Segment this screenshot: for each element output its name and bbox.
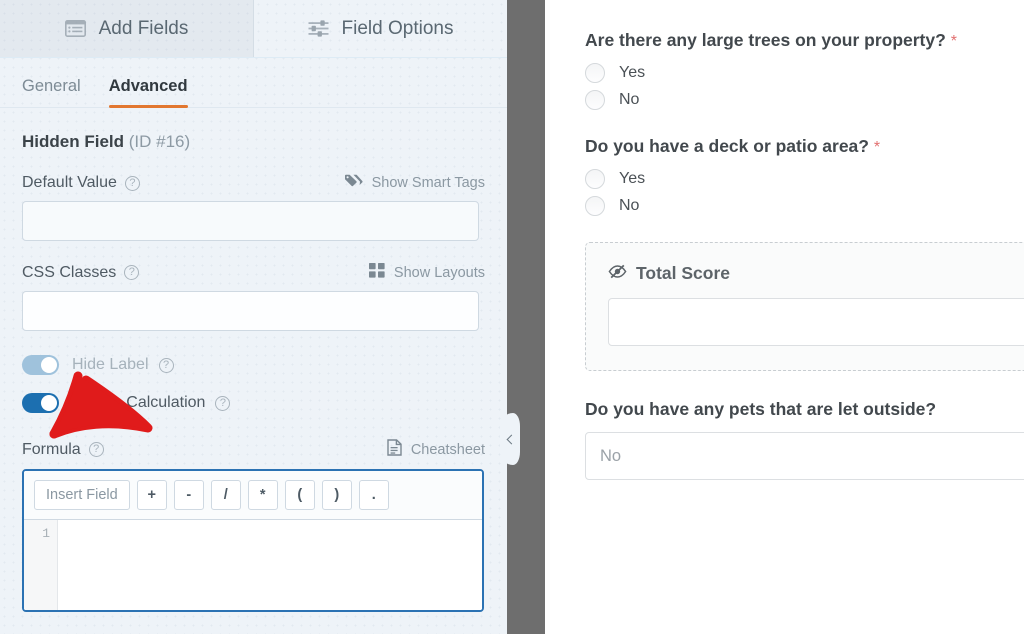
default-value-label: Default Value — [22, 174, 117, 191]
show-layouts-link[interactable]: Show Layouts — [368, 263, 485, 282]
help-icon[interactable]: ? — [88, 442, 104, 457]
field-options-panel: Add Fields Field Options General Advance… — [0, 0, 507, 634]
field-options-body: Hidden Field (ID #16) Default Value ? Sh… — [0, 132, 507, 612]
show-layouts-label: Show Layouts — [393, 264, 485, 281]
hide-label-text-group: Hide Label ? — [72, 356, 174, 374]
field-label-text: Do you have any pets that are let outsid… — [585, 399, 937, 419]
operator-dot-button[interactable]: . — [358, 480, 389, 510]
eye-slash-icon — [608, 263, 627, 284]
cheatsheet-label: Cheatsheet — [410, 441, 485, 458]
field-label-text: Total Score — [636, 263, 731, 283]
radio-option[interactable]: No — [585, 90, 1024, 110]
show-smart-tags-label: Show Smart Tags — [371, 175, 485, 191]
radio-label: No — [619, 197, 640, 214]
enable-calculation-text-group: Enable Calculation ? — [72, 394, 231, 412]
line-number: 1 — [42, 526, 50, 541]
insert-field-button[interactable]: Insert Field — [34, 480, 130, 510]
formula-label: Formula — [22, 440, 81, 458]
hide-label-row: Hide Label ? — [22, 355, 485, 375]
radio-label: Yes — [619, 64, 646, 81]
chevron-left-icon — [506, 434, 516, 444]
default-value-input[interactable] — [22, 201, 479, 241]
tab-add-fields-label: Add Fields — [98, 17, 189, 39]
toggle-knob — [41, 395, 57, 411]
formula-code-editor[interactable]: 1 — [24, 520, 482, 610]
field-label: Total Score — [608, 263, 1024, 284]
radio-circle-icon[interactable] — [585, 196, 605, 216]
help-icon[interactable]: ? — [158, 357, 174, 373]
default-value-row: Default Value ? Show Smart Tags — [22, 174, 485, 192]
css-classes-label-group: CSS Classes ? — [22, 263, 140, 282]
radio-label: Yes — [619, 170, 646, 187]
enable-calculation-toggle[interactable] — [22, 393, 59, 413]
help-icon[interactable]: ? — [124, 265, 140, 280]
tab-field-options[interactable]: Field Options — [254, 0, 507, 57]
panel-tab-bar: Add Fields Field Options — [0, 0, 507, 58]
cheatsheet-link[interactable]: Cheatsheet — [387, 439, 485, 460]
sliders-icon — [308, 20, 329, 37]
tag-icon — [344, 174, 363, 192]
default-value-label-group: Default Value ? — [22, 174, 140, 192]
show-smart-tags-link[interactable]: Show Smart Tags — [344, 174, 485, 192]
hide-label-label: Hide Label — [72, 356, 149, 373]
formula-toolbar: Insert Field + - / * ( ) . — [24, 471, 482, 520]
operator-divide-button[interactable]: / — [210, 480, 241, 510]
radio-label: No — [619, 91, 640, 108]
formula-row: Formula ? Cheatsheet — [22, 439, 485, 460]
pets-select[interactable]: No — [585, 432, 1024, 480]
enable-calculation-label: Enable Calculation — [72, 394, 206, 411]
formula-editor-box: Insert Field + - / * ( ) . 1 — [22, 469, 484, 612]
radio-option[interactable]: Yes — [585, 63, 1024, 83]
grid-layout-icon — [368, 263, 385, 282]
operator-plus-button[interactable]: + — [136, 480, 167, 510]
field-heading: Hidden Field (ID #16) — [22, 132, 485, 152]
line-number-gutter: 1 — [24, 520, 58, 610]
hide-label-toggle[interactable] — [22, 355, 59, 375]
css-classes-label: CSS Classes — [22, 263, 117, 281]
field-label: Do you have any pets that are let outsid… — [585, 399, 1024, 420]
radio-circle-icon[interactable] — [585, 90, 605, 110]
subtab-advanced[interactable]: Advanced — [108, 77, 188, 108]
form-field-deck-patio: Do you have a deck or patio area? * Yes … — [585, 136, 1024, 216]
formula-label-group: Formula ? — [22, 441, 104, 459]
operator-close-paren-button[interactable]: ) — [321, 480, 352, 510]
field-label: Do you have a deck or patio area? * — [585, 136, 1024, 157]
field-id: (ID #16) — [128, 132, 191, 151]
form-field-total-score[interactable]: Total Score — [585, 242, 1024, 371]
tab-add-fields[interactable]: Add Fields — [0, 0, 254, 57]
field-label: Are there any large trees on your proper… — [585, 30, 1024, 51]
radio-option[interactable]: No — [585, 196, 1024, 216]
css-classes-input[interactable] — [22, 291, 479, 331]
formula-code-area[interactable] — [58, 520, 482, 610]
operator-multiply-button[interactable]: * — [247, 480, 278, 510]
required-indicator: * — [873, 139, 881, 156]
operator-open-paren-button[interactable]: ( — [284, 480, 315, 510]
toggle-knob — [41, 357, 57, 373]
panel-divider — [500, 0, 545, 634]
total-score-input[interactable] — [608, 298, 1024, 346]
required-indicator: * — [950, 33, 957, 50]
subtab-general[interactable]: General — [22, 77, 81, 107]
collapse-panel-button[interactable] — [500, 413, 520, 465]
radio-circle-icon[interactable] — [585, 169, 605, 189]
list-fields-icon — [64, 20, 86, 37]
pets-select-value: No — [600, 446, 622, 465]
help-icon[interactable]: ? — [215, 395, 231, 411]
field-options-subtabs: General Advanced — [0, 58, 507, 108]
field-name: Hidden Field — [22, 132, 124, 151]
radio-circle-icon[interactable] — [585, 63, 605, 83]
form-field-pets: Do you have any pets that are let outsid… — [585, 399, 1024, 480]
tab-field-options-label: Field Options — [341, 17, 454, 39]
form-field-trees: Are there any large trees on your proper… — [585, 30, 1024, 110]
help-icon[interactable]: ? — [124, 175, 140, 191]
css-classes-row: CSS Classes ? Show Layouts — [22, 263, 485, 282]
form-preview: Are there any large trees on your proper… — [545, 0, 1024, 634]
radio-option[interactable]: Yes — [585, 169, 1024, 189]
form-builder-screen: Add Fields Field Options General Advance… — [0, 0, 1024, 634]
field-label-text: Do you have a deck or patio area? — [585, 136, 869, 156]
operator-minus-button[interactable]: - — [173, 480, 204, 510]
document-icon — [387, 439, 402, 460]
field-label-text: Are there any large trees on your proper… — [585, 30, 946, 50]
enable-calculation-row: Enable Calculation ? — [22, 393, 485, 413]
